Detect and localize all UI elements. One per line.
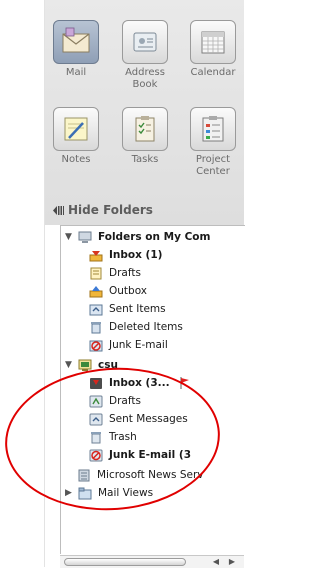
folder-local-deleted-items[interactable]: Deleted Items — [89, 319, 183, 335]
tasks-button-label: Tasks — [131, 154, 159, 165]
folder-label: Outbox — [109, 285, 148, 297]
folder-label: Inbox (1) — [109, 249, 163, 261]
scroll-right-arrow-icon[interactable]: ▶ — [226, 557, 238, 566]
folder-local-junk-email[interactable]: Junk E-mail — [89, 337, 168, 353]
horizontal-scrollbar[interactable]: ◀ ▶ — [60, 555, 244, 568]
app-switcher-panel: Mail Address Book Calendar Notes Tasks P… — [45, 0, 244, 225]
junk-mail-icon — [89, 339, 103, 352]
mail-sidebar: Mail Address Book Calendar Notes Tasks P… — [0, 0, 245, 568]
folder-label: Sent Items — [109, 303, 166, 315]
drafts-icon — [89, 267, 103, 280]
envelope-icon — [62, 27, 90, 53]
folder-local-inbox[interactable]: Inbox (1) — [89, 247, 162, 263]
folder-label: Deleted Items — [109, 321, 183, 333]
address-book-icon — [133, 32, 157, 52]
address-book-button[interactable] — [122, 20, 168, 64]
project-center-icon — [202, 116, 224, 142]
hide-folders-label: Hide Folders — [68, 203, 153, 217]
folder-local-drafts[interactable]: Drafts — [89, 265, 141, 281]
hide-folders-toggle[interactable]: Hide Folders — [53, 202, 153, 218]
mail-button-label: Mail — [65, 67, 87, 78]
computer-icon — [78, 231, 92, 244]
mail-button[interactable] — [53, 20, 99, 64]
disclosure-expanded-icon[interactable]: ▼ — [65, 360, 75, 370]
folder-label: Drafts — [109, 267, 141, 279]
notes-icon — [64, 117, 88, 141]
calendar-button-label: Calendar — [190, 67, 236, 78]
inbox-icon — [89, 249, 103, 262]
project-center-button-label: Project Center — [195, 154, 231, 177]
notes-button[interactable] — [53, 107, 99, 151]
sent-items-icon — [89, 303, 103, 316]
folder-local-sent-items[interactable]: Sent Items — [89, 301, 166, 317]
deleted-items-icon — [89, 321, 103, 334]
scroll-left-arrow-icon[interactable]: ◀ — [210, 557, 222, 566]
tasks-button[interactable] — [122, 107, 168, 151]
scrollbar-thumb[interactable] — [64, 558, 186, 566]
calendar-icon — [201, 31, 225, 54]
disclosure-expanded-icon[interactable]: ▼ — [65, 232, 75, 242]
project-center-button[interactable] — [190, 107, 236, 151]
calendar-button[interactable] — [190, 20, 236, 64]
tasks-icon — [135, 116, 155, 142]
outbox-icon — [89, 285, 103, 298]
address-book-button-label: Address Book — [125, 67, 165, 90]
folder-label: Junk E-mail — [109, 339, 168, 351]
notes-button-label: Notes — [61, 154, 91, 165]
folder-group-local[interactable]: ▼ Folders on My Com — [65, 229, 210, 245]
folder-group-local-label: Folders on My Com — [98, 231, 211, 243]
folder-local-outbox[interactable]: Outbox — [89, 283, 147, 299]
hide-folders-icon — [53, 205, 64, 216]
